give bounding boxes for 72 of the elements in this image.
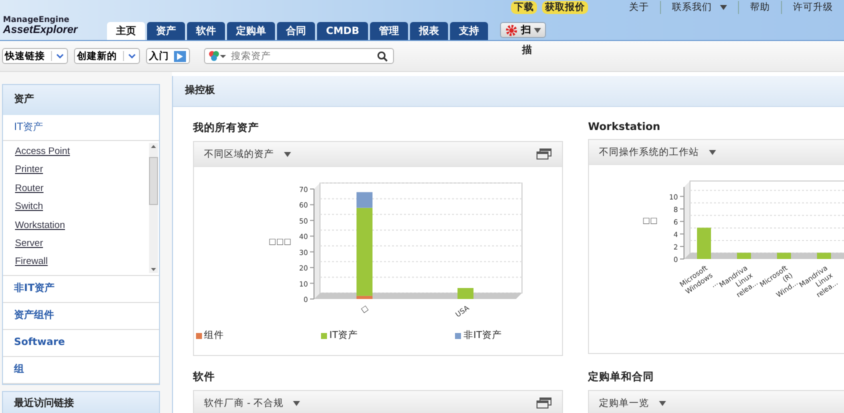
widget-title: 我的所有资产: [193, 121, 260, 135]
scroll-up-icon[interactable]: [151, 145, 156, 148]
scrollbar[interactable]: [149, 143, 158, 273]
view-dropdown[interactable]: 定购单一览: [599, 396, 666, 410]
panel-header: 资产: [3, 85, 159, 115]
header-link[interactable]: 关于: [618, 1, 660, 14]
header-link[interactable]: 获取报价: [542, 1, 588, 14]
sidebar-item[interactable]: 非IT资产: [3, 276, 159, 303]
nav-tab[interactable]: CMDB: [317, 22, 368, 40]
sidebar-item[interactable]: 资产组件: [3, 303, 159, 330]
chevron-down-icon: [128, 54, 136, 58]
header-link[interactable]: 联系我们: [660, 1, 738, 14]
panel-header: 最近访问链接: [3, 392, 159, 413]
asset-type-link[interactable]: Printer: [15, 163, 148, 177]
widget-title: 软件: [193, 370, 216, 384]
search-field[interactable]: 搜索资产: [204, 48, 394, 64]
nav-tab[interactable]: 资产: [147, 22, 185, 40]
widget-title: Workstation: [588, 121, 662, 133]
nav-tab[interactable]: 管理: [370, 22, 408, 40]
nav-tab[interactable]: 主页: [107, 22, 145, 40]
bar: [697, 228, 711, 259]
asset-type-link[interactable]: Workstation: [15, 218, 148, 232]
caret-icon: [534, 28, 542, 32]
header-link[interactable]: 下载: [511, 1, 537, 14]
start-button[interactable]: 入门: [146, 48, 190, 64]
nav-tab[interactable]: 软件: [187, 22, 225, 40]
caret-icon: [284, 152, 291, 156]
asset-type-link[interactable]: Router: [15, 182, 148, 196]
dashboard-header: 操控板: [173, 76, 844, 107]
sidebar-item[interactable]: 组: [3, 357, 159, 384]
bar: [817, 252, 831, 259]
header-link[interactable]: 帮助: [738, 1, 781, 14]
caret-icon: [720, 5, 727, 10]
asset-type-link[interactable]: Firewall: [15, 255, 148, 269]
view-dropdown[interactable]: 软件厂商 - 不合规: [204, 396, 300, 410]
y-axis-label: □□: [642, 216, 658, 225]
legend-label: 非IT资产: [463, 329, 502, 342]
asset-type-link[interactable]: Switch: [15, 200, 148, 214]
scan-button[interactable]: 扫: [500, 22, 546, 38]
nav-tab[interactable]: 定购单: [227, 22, 275, 40]
restore-icon[interactable]: [536, 148, 552, 160]
header-link[interactable]: 许可升级: [781, 1, 844, 14]
widget-title: 定购单和合同: [588, 370, 655, 384]
nav-tab[interactable]: 支持: [450, 22, 488, 40]
restore-icon[interactable]: [536, 397, 552, 409]
play-icon: [174, 50, 186, 62]
sidebar-item[interactable]: Software: [3, 330, 159, 357]
bar: [777, 252, 791, 259]
search-icon[interactable]: [377, 50, 388, 62]
bar: [737, 252, 751, 259]
gear-icon: [505, 24, 518, 36]
logo-subtitle: ManageEngine: [3, 15, 70, 24]
button-overflow-text: 描: [522, 44, 532, 57]
bar: [458, 288, 474, 299]
chevron-down-icon: [56, 54, 64, 58]
asset-type-link[interactable]: Access Point: [15, 145, 148, 158]
nav-tab[interactable]: 合同: [277, 22, 315, 40]
nav-tab[interactable]: 报表: [410, 22, 448, 40]
sidebar-section[interactable]: IT资产: [3, 115, 159, 141]
dropdown-button[interactable]: 快速链接: [2, 48, 68, 64]
caret-icon: [659, 400, 666, 406]
legend-label: 组件: [204, 329, 224, 342]
legend-label: IT资产: [329, 329, 358, 342]
asset-type-link[interactable]: Server: [15, 237, 148, 250]
scroll-down-icon[interactable]: [151, 268, 156, 271]
logo-title: AssetExplorer: [3, 24, 79, 36]
view-dropdown[interactable]: 不同区域的资产: [204, 148, 291, 160]
dropdown-button[interactable]: 创建新的: [74, 48, 140, 64]
caret-icon: [709, 150, 716, 154]
caret-icon: [293, 400, 300, 406]
view-dropdown[interactable]: 不同操作系统的工作站: [599, 146, 716, 158]
y-axis-label: □□□: [268, 237, 292, 246]
